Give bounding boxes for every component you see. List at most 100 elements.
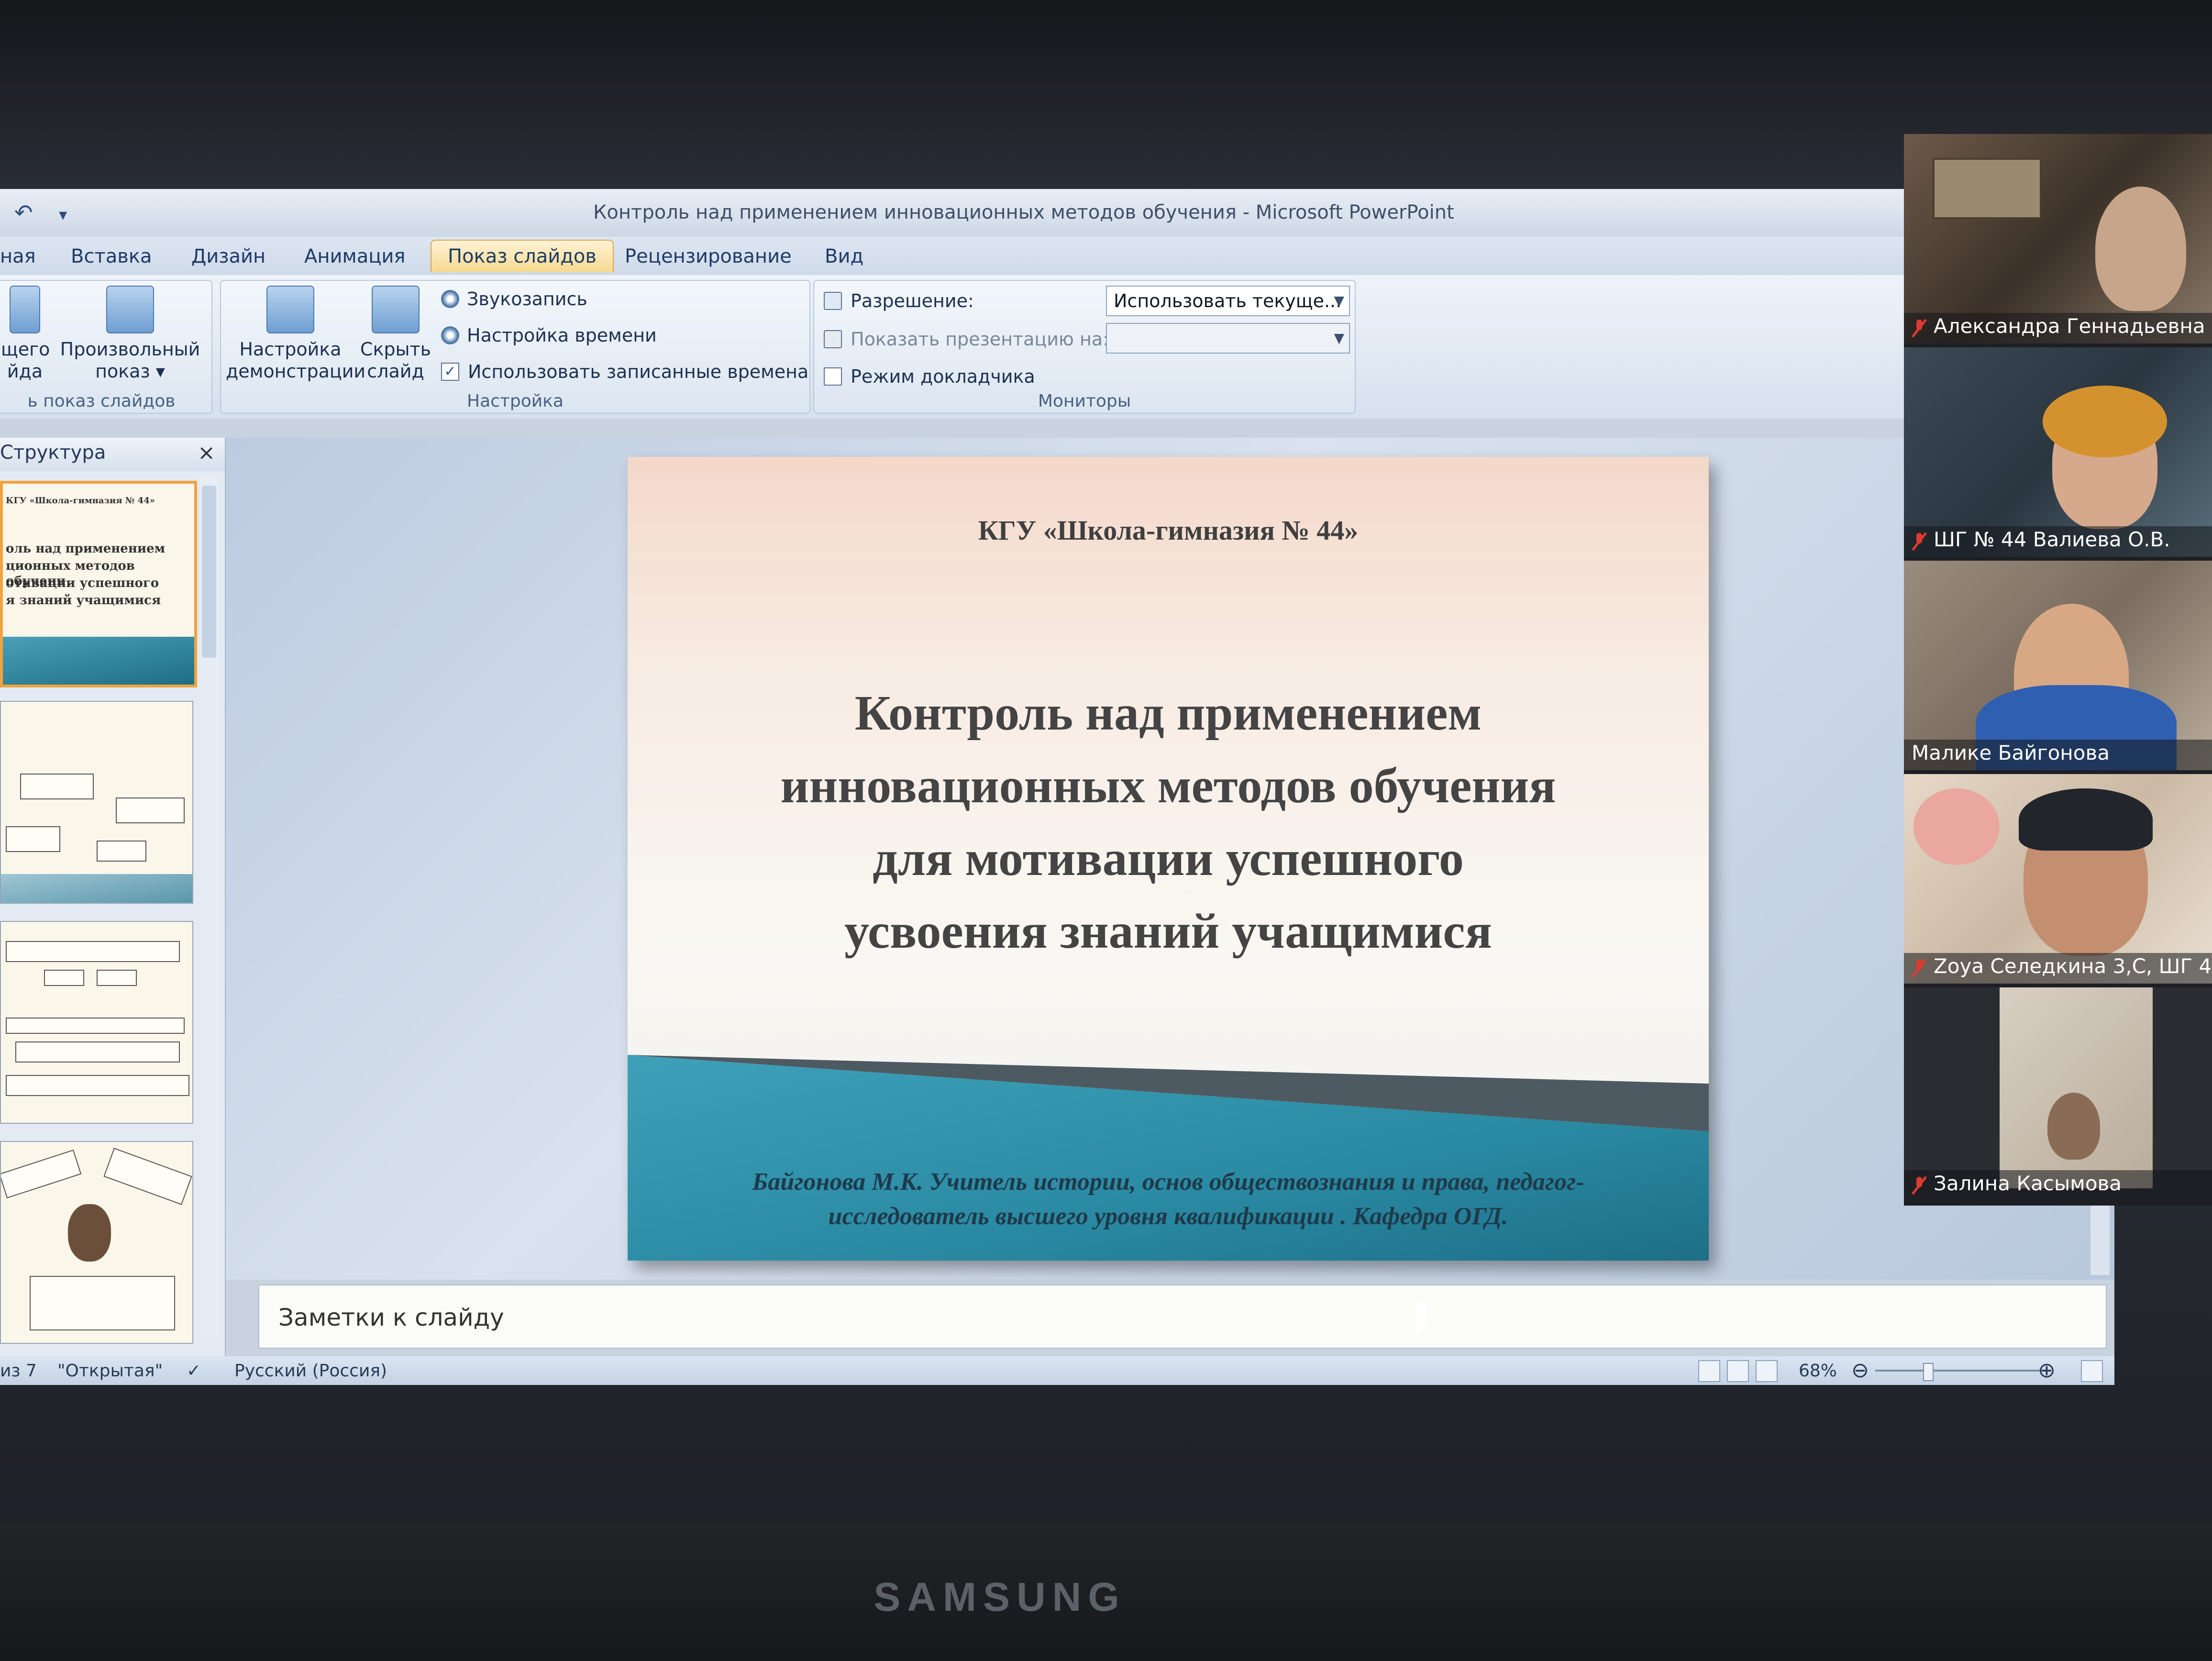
slideshow-view-icon[interactable] [1756,1360,1778,1382]
ribbon-group-start-show: щего йда Произвольный показ ▾ ь показ сл… [0,280,212,414]
tab-view[interactable]: Вид [825,245,863,267]
participant-video [2095,187,2186,311]
mic-muted-icon [1912,319,1927,338]
chevron-down-icon: ▼ [1334,293,1344,309]
screen: ↶ ▾ Контроль над применением инновационн… [0,189,2114,1385]
participant-name: Zoya Селедкина 3,С, ШГ 44 [1934,954,2212,978]
slide-sorter-icon[interactable] [1727,1360,1749,1382]
slide-thumbnail-3[interactable] [0,921,193,1124]
pane-header: Структура × [0,438,225,471]
zoom-level[interactable]: 68% [1799,1361,1837,1381]
hide-slide-button[interactable]: Скрыть слайд [360,286,431,382]
custom-show-icon [106,286,154,333]
ribbon-group-setup: Настройка демонстрации Скрыть слайд Звук… [220,280,810,414]
participant-hair [2043,386,2167,457]
slide-editing-area: КГУ «Школа-гимназия № 44» Контроль над п… [226,438,2114,1280]
participant-headscarf [2019,788,2153,851]
diagram-box [97,970,137,986]
participant-name: Малике Байгонова [1912,741,2110,764]
participant-figure [2047,1093,2100,1160]
notes-pane[interactable]: Заметки к слайду [258,1285,2107,1349]
current-slide[interactable]: КГУ «Школа-гимназия № 44» Контроль над п… [628,457,1709,1261]
diagram-box [103,1148,192,1205]
diagram-box [116,797,185,823]
participant-tile[interactable]: Александра Геннадьевна [1904,134,2212,343]
pane-scrollbar[interactable] [200,476,219,1337]
zoom-in-icon[interactable]: ⊕ [2038,1358,2056,1383]
zoom-slider[interactable] [1875,1370,2047,1372]
participant-tile[interactable]: ШГ № 44 Валиева О.В. [1904,347,2212,557]
slideshow-icon [10,286,40,333]
resolution-dropdown[interactable]: Использовать текуще... ▼ [1106,286,1350,316]
show-on-label: Показать презентацию на: [824,329,1109,350]
setup-show-button[interactable]: Настройка демонстрации [226,286,365,382]
presenter-view-checkbox[interactable]: Режим докладчика [824,366,1035,387]
qat-dropdown-icon[interactable]: ▾ [59,205,67,224]
diagram-box [6,826,60,852]
participant-tile[interactable]: Малике Байгонова [1904,561,2212,770]
use-timings-checkbox[interactable]: ✓ Использовать записанные времена [441,361,808,382]
tab-home[interactable]: ная [0,245,36,267]
close-icon[interactable]: × [198,441,215,465]
normal-view-icon[interactable] [1698,1360,1720,1382]
diagram-box [97,841,146,862]
group-label: Мониторы [1038,391,1131,411]
diagram-box [15,1041,180,1063]
checkbox-unchecked-icon [824,367,842,386]
setup-show-icon [266,286,314,333]
tab-outline[interactable]: Структура [0,442,106,464]
undo-icon[interactable]: ↶ [14,199,33,225]
slide-school-name: КГУ «Школа-гимназия № 44» [978,515,1359,546]
diagram-box [30,1276,175,1330]
record-narration-button[interactable]: Звукозапись [441,288,587,310]
diagram-box [6,941,180,962]
diagram-box [6,1018,185,1034]
ribbon-group-monitors: Разрешение: Использовать текуще... ▼ Пок… [813,280,1356,414]
slide-thumbnail-4[interactable] [0,1141,193,1344]
resolution-label: Разрешение: [824,290,974,311]
video-participants-panel: Александра Геннадьевна ШГ № 44 Валиева О… [1904,134,2212,1206]
tab-insert[interactable]: Вставка [71,245,152,267]
monitor-icon [824,330,842,348]
tab-animation[interactable]: Анимация [304,245,405,267]
slide-author: Байгонова М.К. Учитель истории, основ об… [752,1168,1584,1230]
tab-design[interactable]: Дизайн [191,245,265,267]
diagram-box [44,970,84,986]
tab-slide-show[interactable]: Показ слайдов [431,240,614,272]
microphone-icon [441,290,459,308]
show-on-dropdown[interactable]: ▼ [1106,323,1350,354]
background-sign [1933,158,2042,219]
hide-slide-icon [372,286,420,333]
mic-muted-icon [1912,959,1927,978]
status-bar: из 7 "Открытая" ✓ Русский (Россия) 68% ⊖… [0,1356,2114,1385]
quick-access-toolbar[interactable]: ↶ ▾ [14,199,67,225]
language[interactable]: Русский (Россия) [234,1361,387,1381]
checkbox-checked-icon: ✓ [441,363,459,381]
participant-name: ШГ № 44 Валиева О.В. [1934,528,2170,551]
title-bar: ↶ ▾ Контроль над применением инновационн… [0,189,2114,237]
rehearse-timings-button[interactable]: Настройка времени [441,325,657,346]
scrollbar-thumb[interactable] [202,486,216,658]
diagram-box [20,774,94,799]
zoom-slider-thumb[interactable] [1923,1363,1934,1381]
tab-review[interactable]: Рецензирование [625,245,792,267]
thumbnail-band [1,874,192,903]
fit-to-window-icon[interactable] [2081,1360,2103,1382]
from-current-slide-button[interactable]: щего йда [1,286,50,382]
slide-thumbnail-1[interactable]: КГУ «Школа-гимназия № 44» оль над примен… [0,481,197,687]
participant-name: Александра Геннадьевна [1934,314,2205,338]
spell-check-icon[interactable]: ✓ [187,1361,201,1381]
zoom-out-icon[interactable]: ⊖ [1851,1358,1869,1383]
slides-pane: Структура × КГУ «Школа-гимназия № 44» ол… [0,438,226,1356]
ribbon-tabs: ная Вставка Дизайн Анимация Показ слайдо… [0,237,2114,275]
mic-muted-icon [1912,1176,1927,1195]
mouse-cursor-icon [1416,1301,1427,1336]
participant-tile[interactable]: Залина Касымова [1904,987,2212,1201]
window-title: Контроль над применением инновационных м… [593,201,1454,223]
slide-title: Контроль над применением инновационных м… [780,686,1556,959]
slide-thumbnail-2[interactable] [0,701,193,904]
participant-tile[interactable]: Zoya Селедкина 3,С, ШГ 44 [1904,774,2212,984]
custom-show-button[interactable]: Произвольный показ ▾ [58,286,202,382]
group-label: Настройка [467,391,564,411]
theme-name: "Открытая" [57,1361,163,1381]
